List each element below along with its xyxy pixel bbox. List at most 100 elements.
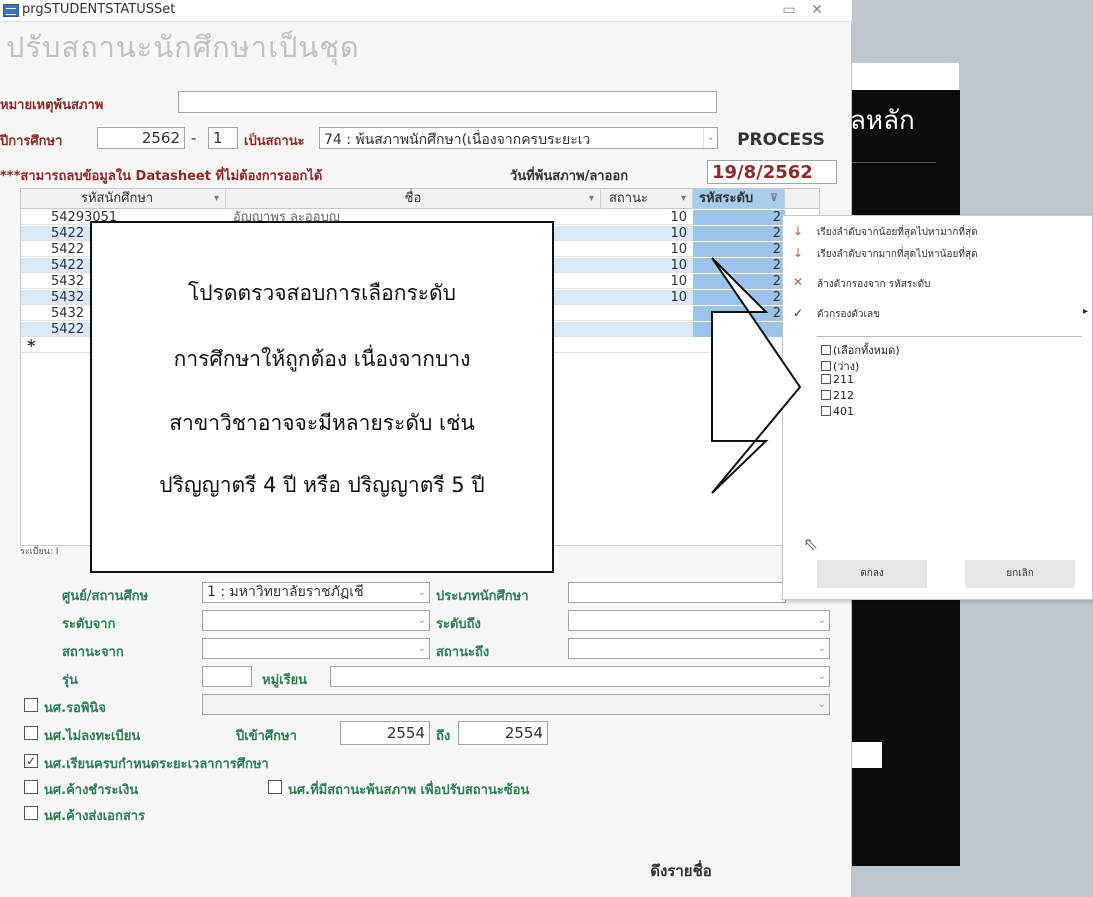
docs-checkbox[interactable] <box>24 806 38 820</box>
complete-label: นศ.เรียนครบกำหนดระยะเวลาการศึกษา <box>44 757 269 772</box>
sort-ascending-item[interactable]: เรียงลำดับจากน้อยที่สุดไปหามากที่สุด <box>817 225 978 240</box>
column-label: ชื่อ <box>404 191 422 206</box>
background-divider <box>850 162 936 163</box>
year-input[interactable]: 2562 <box>97 127 185 149</box>
chevron-down-icon[interactable]: ▾ <box>681 189 686 209</box>
callout-line: ปริญญาตรี 4 ปี หรือ ปริญญาตรี 5 ปี <box>159 473 485 497</box>
list-item[interactable]: 211 <box>821 373 854 386</box>
list-item[interactable]: 212 <box>821 389 854 402</box>
no-register-checkbox[interactable] <box>24 726 38 740</box>
reason-input[interactable] <box>178 91 717 113</box>
column-student-id[interactable]: รหัสนักศึกษา ▾ <box>21 189 226 209</box>
list-item-label: 401 <box>833 405 854 418</box>
no-register-label: นศ.ไม่ลงทะเบียน <box>44 729 141 744</box>
gen-input[interactable] <box>202 666 252 687</box>
callout-line: การศึกษาให้ถูกต้อง เนื่องจากบาง <box>173 347 471 371</box>
new-row-marker: * <box>27 338 36 355</box>
list-item-label: (ว่าง) <box>833 360 860 373</box>
complete-checkbox[interactable]: ✓ <box>24 754 38 768</box>
chevron-down-icon[interactable]: ⌄ <box>703 128 717 148</box>
column-status[interactable]: สถานะ ▾ <box>601 189 693 209</box>
filter-icon[interactable]: ⊽ <box>770 189 778 209</box>
reason-label: หมายเหตุพ้นสภาพ <box>0 98 104 113</box>
cancel-button[interactable]: ยกเลิก <box>965 560 1075 588</box>
value-list: (เลือกทั้งหมด) (ว่าง) 211 212 401 <box>817 336 1082 546</box>
chevron-down-icon[interactable]: ▾ <box>214 189 219 209</box>
level-from-label: ระดับจาก <box>62 617 116 632</box>
close-button[interactable]: ✕ <box>806 1 828 19</box>
year-dash: - <box>191 129 197 147</box>
window-title: prgSTUDENTSTATUSSet <box>22 2 176 17</box>
status-combo[interactable]: 74 : พ้นสภาพนักศึกษา(เนื่องจากครบระยะเว … <box>319 127 718 149</box>
checkbox-icon[interactable] <box>821 345 831 355</box>
column-label: รหัสระดับ <box>699 191 754 206</box>
record-navigation[interactable]: ระเบียน: I <box>20 544 58 558</box>
cell-status: 10 <box>670 290 687 305</box>
checkbox-icon[interactable] <box>821 390 831 400</box>
year-to-input[interactable]: 2554 <box>458 721 548 745</box>
checkbox-icon[interactable] <box>821 374 831 384</box>
chevron-down-icon[interactable]: ⌄ <box>418 639 426 658</box>
docs-label: นศ.ค้างส่งเอกสาร <box>44 809 146 824</box>
column-level[interactable]: รหัสระดับ ⊽ <box>693 189 785 209</box>
get-names-button[interactable]: ดึงรายชื่อ <box>626 858 736 884</box>
chevron-down-icon[interactable]: ⌄ <box>418 611 426 630</box>
process-button[interactable]: PROCESS <box>726 126 836 154</box>
callout-line: สาขาวิชาอาจจะมีหลายระดับ เช่น <box>169 411 475 435</box>
wait-checkbox[interactable] <box>24 698 38 712</box>
chevron-down-icon[interactable]: ⌄ <box>818 639 826 658</box>
chevron-down-icon[interactable]: ▾ <box>589 189 594 209</box>
status-combo-value: 74 : พ้นสภาพนักศึกษา(เนื่องจากครบระยะเว <box>324 132 591 148</box>
cell-status: 10 <box>670 210 687 225</box>
background-tab <box>840 62 960 90</box>
status-label: เป็นสถานะ <box>244 134 305 149</box>
form-icon <box>3 4 19 17</box>
checkbox-icon[interactable] <box>821 361 831 371</box>
note-label: ***สามารถลบข้อมูลใน Datasheet ที่ไม่ต้อง… <box>0 169 323 184</box>
student-type-combo[interactable] <box>568 582 786 603</box>
cell-level: 2 <box>693 226 785 241</box>
callout-box: โปรดตรวจสอบการเลือกระดับ การศึกษาให้ถูกต… <box>90 221 554 573</box>
debt-label: นศ.ค้างชำระเงิน <box>44 783 139 798</box>
date-input[interactable]: 19/8/2562 <box>707 160 837 184</box>
year-to-label: ถึง <box>436 729 451 744</box>
minimize-button[interactable]: ▭ <box>778 1 800 19</box>
cell-level: 2 <box>693 210 785 225</box>
debt-checkbox[interactable] <box>24 780 38 794</box>
form-title: ปรับสถานะนักศึกษาเป็นชุด <box>6 30 360 64</box>
chevron-down-icon[interactable]: ⌄ <box>818 611 826 630</box>
ok-button[interactable]: ตกลง <box>817 560 927 588</box>
status-to-combo[interactable]: ⌄ <box>568 638 830 659</box>
status-from-combo[interactable]: ⌄ <box>202 638 430 659</box>
term-input[interactable]: 1 <box>208 127 238 149</box>
chevron-down-icon: ⌄ <box>817 699 826 710</box>
chevron-down-icon[interactable]: ⌄ <box>818 667 826 686</box>
list-item-label: (เลือกทั้งหมด) <box>833 344 900 357</box>
date-label: วันที่พ้นสภาพ/ลาออก <box>510 169 629 184</box>
checkbox-icon[interactable] <box>821 406 831 416</box>
cell-status: 10 <box>670 242 687 257</box>
group-combo[interactable]: ⌄ <box>330 666 830 687</box>
column-name[interactable]: ชื่อ ▾ <box>226 189 601 209</box>
clear-filter-item[interactable]: ล้างตัวกรองจาก รหัสระดับ <box>817 277 930 292</box>
list-item-label: 211 <box>833 373 854 386</box>
datasheet-header: รหัสนักศึกษา ▾ ชื่อ ▾ สถานะ ▾ รหัสระดับ ⊽ <box>21 189 819 209</box>
chevron-down-icon[interactable]: ⌄ <box>418 583 426 602</box>
sort-ascending-icon: ↓ <box>793 224 804 238</box>
group-label: หมู่เรียน <box>262 673 308 688</box>
cell-status: 10 <box>670 274 687 289</box>
cell-status: 10 <box>670 226 687 241</box>
list-item[interactable]: 401 <box>821 405 854 418</box>
has-status-checkbox[interactable] <box>268 780 282 794</box>
mouse-cursor-icon: ⇖ <box>803 534 819 555</box>
center-combo[interactable]: 1 : มหาวิทยาลัยราชภัฏเชี ⌄ <box>202 582 430 603</box>
status-to-label: สถานะถึง <box>436 645 490 660</box>
number-filters-item[interactable]: ตัวกรองตัวเลข <box>817 307 880 322</box>
column-label: รหัสนักศึกษา <box>81 191 154 206</box>
has-status-label: นศ.ที่มีสถานะพ้นสภาพ เพื่อปรับสถานะซ้อน <box>288 783 530 798</box>
wait-label: นศ.รอพินิจ <box>44 701 106 716</box>
sort-descending-item[interactable]: เรียงลำดับจากมากที่สุดไปหาน้อยที่สุด <box>817 247 978 262</box>
level-from-combo[interactable]: ⌄ <box>202 610 430 631</box>
year-from-input[interactable]: 2554 <box>340 721 430 745</box>
level-to-combo[interactable]: ⌄ <box>568 610 830 631</box>
